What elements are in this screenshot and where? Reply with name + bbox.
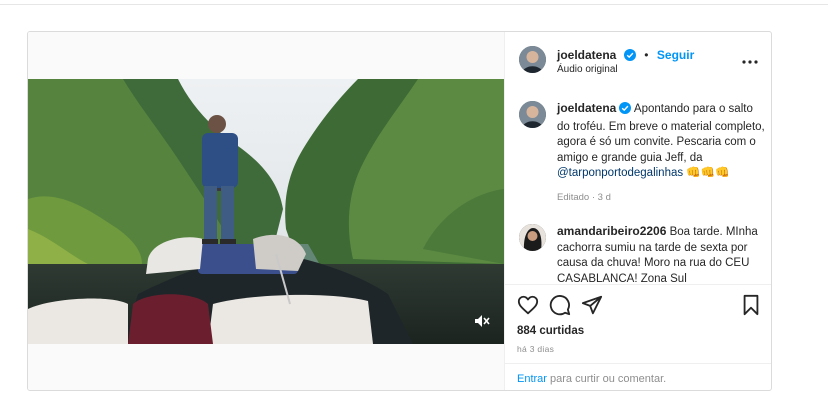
commenter-avatar[interactable] <box>519 224 546 251</box>
media-column <box>28 32 504 390</box>
follow-button[interactable]: Seguir <box>657 48 694 62</box>
bookmark-icon[interactable] <box>740 294 762 316</box>
caption-username[interactable]: joeldatena <box>557 101 616 115</box>
caption-author-avatar[interactable] <box>519 101 546 128</box>
audio-label[interactable]: Áudio original <box>557 64 618 75</box>
verified-badge-icon <box>619 102 632 120</box>
video-frame-illustration <box>28 79 504 344</box>
caption-meta: Editado · 3 d <box>557 192 611 203</box>
post-date[interactable]: há 3 dias <box>517 344 554 354</box>
more-options-icon[interactable] <box>742 51 758 69</box>
post-video[interactable] <box>28 79 504 344</box>
post-sidebar: joeldatena • Seguir Áudio original joeld… <box>504 32 771 390</box>
comment-username[interactable]: amandaribeiro2206 <box>557 224 666 238</box>
caption-emoji: 👊👊👊 <box>683 167 730 179</box>
login-prompt-text: para curtir ou comentar. <box>546 373 667 385</box>
comment-icon[interactable] <box>549 294 571 316</box>
post-caption: joeldatena Apontando para o salto do tro… <box>557 101 767 182</box>
comments-section: joeldatena Apontando para o salto do tro… <box>505 88 771 283</box>
caption-mention-link[interactable]: @tarponportodegalinhas <box>557 167 683 179</box>
author-username[interactable]: joeldatena <box>557 48 616 62</box>
comment: amandaribeiro2206 Boa tarde. MInha cacho… <box>557 224 767 283</box>
author-avatar[interactable] <box>519 46 546 73</box>
separator-dot: • <box>644 48 649 62</box>
post-header: joeldatena • Seguir Áudio original <box>505 32 771 88</box>
instagram-post-embed: joeldatena • Seguir Áudio original joeld… <box>27 31 772 391</box>
login-prompt: Entrar para curtir ou comentar. <box>505 363 771 390</box>
speaker-muted-icon[interactable] <box>472 312 490 330</box>
top-divider <box>0 4 828 5</box>
heart-icon[interactable] <box>517 294 539 316</box>
action-bar <box>505 284 771 325</box>
verified-badge-icon <box>623 48 636 66</box>
likes-count[interactable]: 884 curtidas <box>517 325 584 337</box>
share-icon[interactable] <box>581 294 603 316</box>
login-link[interactable]: Entrar <box>517 373 547 385</box>
